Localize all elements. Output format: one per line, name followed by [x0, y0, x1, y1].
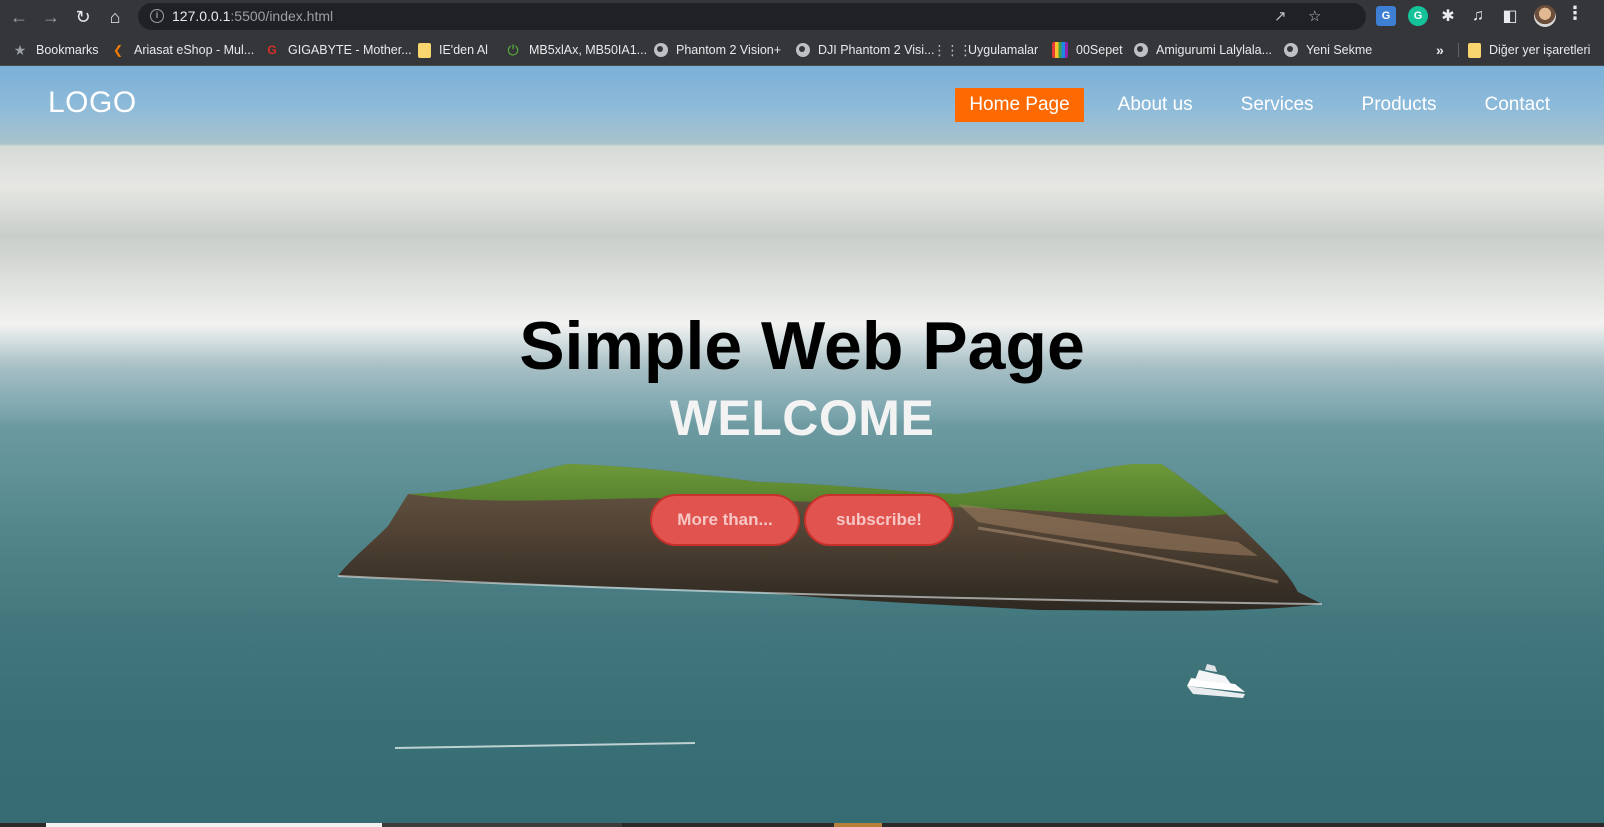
bookmark-star-icon[interactable]: ☆: [1308, 7, 1321, 25]
site-logo[interactable]: LOGO: [48, 86, 137, 120]
bookmark-label: Bookmarks: [36, 43, 99, 57]
translate-extension-icon[interactable]: G: [1376, 6, 1396, 26]
url-host: 127.0.0.1: [172, 8, 231, 24]
bookmarks-bar: ★ Bookmarks ❮ Ariasat eShop - Mul... G GIGA…: [0, 33, 1604, 66]
nav-home-page[interactable]: Home Page: [955, 88, 1084, 122]
globe-icon: [1284, 43, 1298, 57]
nav-about-us[interactable]: About us: [1104, 88, 1207, 122]
taskbar-strip: [0, 823, 1604, 827]
bookmarks-overflow-button[interactable]: »: [1436, 40, 1444, 60]
forward-arrow-icon[interactable]: →: [38, 4, 64, 30]
boat-wake-image: [395, 742, 695, 749]
site-info-icon[interactable]: i: [150, 9, 164, 23]
bookmark-item[interactable]: Phantom 2 Vision+: [654, 40, 781, 60]
back-arrow-icon[interactable]: ←: [6, 4, 32, 30]
folder-icon: [1468, 42, 1481, 58]
share-icon[interactable]: ↗: [1274, 7, 1287, 25]
sepet-icon: [1052, 42, 1068, 58]
profile-avatar[interactable]: [1534, 5, 1556, 27]
bookmark-item[interactable]: DJI Phantom 2 Visi...: [796, 40, 935, 60]
browser-chrome: ← → ↻ ⌂ i 127.0.0.1:5500/index.html ↗ ☆ …: [0, 0, 1604, 66]
subscribe-button[interactable]: subscribe!: [804, 494, 954, 546]
bookmark-label: IE'den Al: [439, 43, 488, 57]
nav-contact[interactable]: Contact: [1471, 88, 1564, 122]
bookmark-item[interactable]: G GIGABYTE - Mother...: [264, 40, 412, 60]
bookmark-item[interactable]: ★ Bookmarks: [12, 40, 99, 60]
bookmark-item[interactable]: Yeni Sekme: [1284, 40, 1372, 60]
main-nav: Home Page About us Services Products Con…: [935, 88, 1564, 122]
taskbar-segment: [382, 823, 622, 827]
media-control-icon[interactable]: ♫: [1468, 6, 1488, 26]
bookmark-item[interactable]: 00Sepet: [1052, 40, 1123, 60]
bookmark-label: 00Sepet: [1076, 43, 1123, 57]
power-icon: ⏻: [507, 41, 519, 58]
hero-section: Simple Web Page WELCOME: [0, 306, 1604, 448]
nav-products[interactable]: Products: [1348, 88, 1451, 122]
bookmark-label: GIGABYTE - Mother...: [288, 43, 412, 57]
folder-icon: [418, 42, 431, 58]
taskbar-segment: [46, 823, 382, 827]
bookmark-label: Phantom 2 Vision+: [676, 43, 782, 57]
browser-toolbar: ← → ↻ ⌂ i 127.0.0.1:5500/index.html ↗ ☆ …: [0, 0, 1604, 33]
bookmarks-divider: [1458, 43, 1459, 57]
bookmark-item[interactable]: ⋮⋮⋮ Uygulamalar: [932, 40, 1039, 60]
bookmark-item[interactable]: IE'den Al: [418, 40, 488, 60]
nav-services[interactable]: Services: [1227, 88, 1328, 122]
other-bookmarks[interactable]: Diğer yer işaretleri: [1468, 40, 1590, 60]
bookmark-label: DJI Phantom 2 Visi...: [818, 43, 935, 57]
apps-grid-icon: ⋮⋮⋮: [932, 41, 973, 58]
hero-title: Simple Web Page: [519, 308, 1085, 384]
bookmark-item[interactable]: ⏻ MB5xlAx, MB50IA1...: [505, 40, 647, 60]
globe-icon: [654, 43, 668, 57]
browser-menu-icon[interactable]: ⋮: [1566, 3, 1584, 24]
url-text[interactable]: 127.0.0.1:5500/index.html: [172, 8, 333, 24]
ariasat-icon: ❮: [112, 43, 124, 57]
bookmark-item[interactable]: ❮ Ariasat eShop - Mul...: [110, 40, 254, 60]
bookmark-label: Uygulamalar: [968, 43, 1039, 57]
reload-icon[interactable]: ↻: [70, 4, 96, 30]
bookmark-item[interactable]: Amigurumi Lalylala...: [1134, 40, 1272, 60]
bookmark-label: MB5xlAx, MB50IA1...: [529, 43, 648, 57]
bookmark-label: Amigurumi Lalylala...: [1156, 43, 1273, 57]
web-page: LOGO Home Page About us Services Product…: [0, 66, 1604, 827]
globe-icon: [1134, 43, 1148, 57]
hero-buttons: More than... subscribe!: [0, 494, 1604, 546]
other-bookmarks-label: Diğer yer işaretleri: [1489, 43, 1591, 57]
hero-subtitle: WELCOME: [669, 390, 935, 446]
side-panel-icon[interactable]: ◧: [1500, 6, 1520, 26]
more-than-button[interactable]: More than...: [650, 494, 800, 546]
gigabyte-icon: G: [267, 43, 277, 57]
cruise-ship-image: [1187, 664, 1245, 698]
home-icon[interactable]: ⌂: [102, 4, 128, 30]
bookmark-label: Yeni Sekme: [1306, 43, 1373, 57]
grammarly-extension-icon[interactable]: G: [1408, 6, 1428, 26]
url-path: :5500/index.html: [230, 8, 334, 24]
extensions-puzzle-icon[interactable]: ✱: [1438, 6, 1458, 26]
bookmark-label: Ariasat eShop - Mul...: [134, 43, 255, 57]
site-header: LOGO Home Page About us Services Product…: [0, 66, 1604, 146]
taskbar-segment: [834, 823, 882, 827]
globe-icon: [796, 43, 810, 57]
star-icon: ★: [13, 41, 27, 58]
address-bar[interactable]: i 127.0.0.1:5500/index.html ↗ ☆: [138, 3, 1366, 30]
